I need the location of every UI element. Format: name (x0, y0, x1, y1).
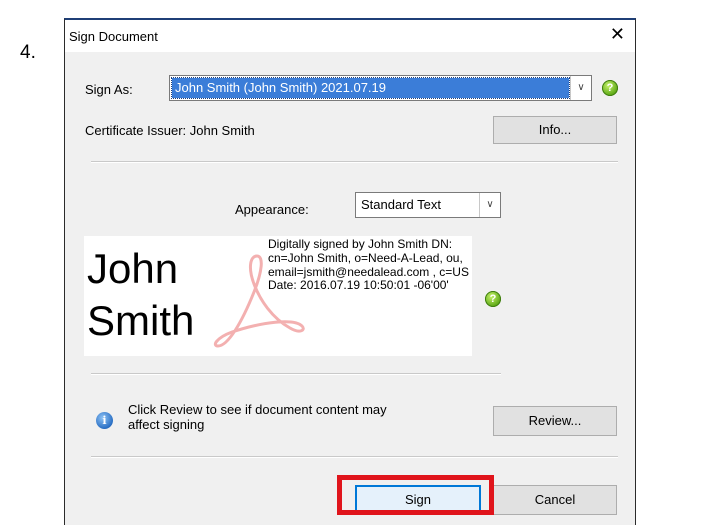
signature-name-line1: John (87, 245, 179, 292)
certificate-issuer-label: Certificate Issuer: John Smith (85, 123, 255, 138)
appearance-value: Standard Text (361, 197, 441, 212)
close-icon[interactable]: ✕ (610, 24, 625, 45)
help-icon[interactable]: ? (602, 80, 618, 96)
signature-details: Digitally signed by John Smith DN: cn=Jo… (268, 237, 469, 293)
help-icon[interactable]: ? (485, 291, 501, 307)
chevron-down-icon[interactable]: ∨ (570, 76, 591, 100)
signature-preview: John Smith Digitally signed by John Smit… (84, 236, 472, 356)
cancel-button[interactable]: Cancel (493, 485, 617, 515)
info-icon: i (96, 412, 113, 429)
review-button[interactable]: Review... (493, 406, 617, 436)
title-bar: Sign Document ✕ (65, 20, 635, 52)
info-button[interactable]: Info... (493, 116, 617, 144)
appearance-label: Appearance: (235, 202, 309, 217)
separator (91, 373, 501, 375)
review-message: Click Review to see if document content … (128, 402, 387, 432)
window-title: Sign Document (69, 29, 158, 44)
separator (91, 161, 618, 163)
separator (91, 456, 618, 458)
sign-document-dialog: Sign Document ✕ Sign As: John Smith (Joh… (64, 18, 636, 525)
chevron-down-icon[interactable]: ∨ (479, 193, 500, 217)
sign-as-dropdown[interactable]: John Smith (John Smith) 2021.07.19 ∨ (169, 75, 592, 101)
sign-button-highlight (337, 475, 494, 515)
signature-name-line2: Smith (87, 297, 195, 344)
sign-as-value: John Smith (John Smith) 2021.07.19 (171, 77, 570, 99)
step-number: 4. (20, 42, 36, 63)
appearance-dropdown[interactable]: Standard Text ∨ (355, 192, 501, 218)
sign-as-label: Sign As: (85, 82, 133, 97)
